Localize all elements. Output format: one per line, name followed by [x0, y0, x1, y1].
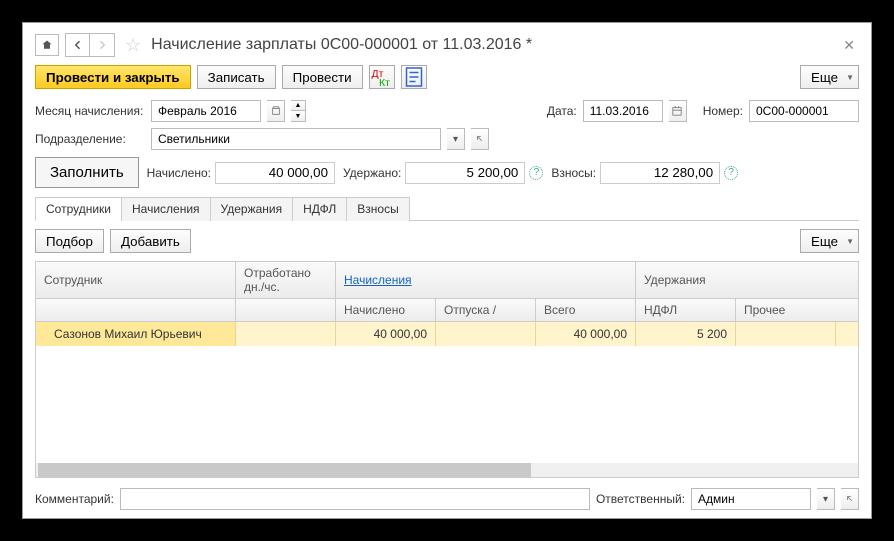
responsible-input[interactable]: [698, 492, 804, 506]
contrib-value[interactable]: [600, 162, 720, 184]
save-button[interactable]: Записать: [197, 65, 276, 89]
contrib-help-icon[interactable]: ?: [724, 166, 738, 180]
cell-accrued: 40 000,00: [336, 322, 436, 346]
fill-button[interactable]: Заполнить: [35, 157, 139, 188]
dept-open-icon[interactable]: [471, 128, 489, 150]
cell-other: [736, 322, 836, 346]
dept-dropdown-icon[interactable]: ▾: [447, 128, 465, 150]
add-button[interactable]: Добавить: [110, 229, 191, 253]
post-and-close-button[interactable]: Провести и закрыть: [35, 65, 191, 89]
window-title: Начисление зарплаты 0С00-000001 от 11.03…: [151, 36, 532, 54]
tab-ndfl[interactable]: НДФЛ: [292, 197, 347, 221]
grid-more-button[interactable]: Еще▼: [800, 229, 859, 253]
dept-input[interactable]: [158, 132, 434, 146]
accrued-value[interactable]: [215, 162, 335, 184]
number-input[interactable]: [756, 104, 852, 118]
document-icon[interactable]: [401, 65, 427, 89]
month-clear-icon[interactable]: [267, 100, 285, 122]
tab-contributions[interactable]: Взносы: [346, 197, 409, 221]
col-accruals[interactable]: Начисления: [336, 262, 636, 298]
tab-employees[interactable]: Сотрудники: [35, 197, 122, 221]
withheld-value[interactable]: [405, 162, 525, 184]
contrib-label: Взносы:: [551, 166, 596, 180]
number-label: Номер:: [703, 104, 743, 118]
calendar-icon[interactable]: [669, 100, 687, 122]
cell-vacation: [436, 322, 536, 346]
post-button[interactable]: Провести: [282, 65, 363, 89]
tab-accruals[interactable]: Начисления: [121, 197, 211, 221]
col-accrued[interactable]: Начислено: [336, 299, 436, 321]
table-row[interactable]: Сазонов Михаил Юрьевич 40 000,00 40 000,…: [36, 322, 858, 346]
month-input[interactable]: [158, 104, 254, 118]
more-button[interactable]: Еще▼: [800, 65, 859, 89]
withheld-label: Удержано:: [343, 166, 401, 180]
responsible-open-icon[interactable]: [841, 488, 859, 510]
cell-employee: Сазонов Михаил Юрьевич: [36, 322, 236, 346]
withheld-help-icon[interactable]: ?: [529, 166, 543, 180]
dept-label: Подразделение:: [35, 132, 145, 146]
horizontal-scrollbar[interactable]: [36, 463, 858, 477]
cell-total: 40 000,00: [536, 322, 636, 346]
date-input[interactable]: [590, 104, 656, 118]
month-label: Месяц начисления:: [35, 104, 145, 118]
forward-button[interactable]: [90, 34, 114, 56]
responsible-label: Ответственный:: [596, 492, 685, 506]
col-ndfl[interactable]: НДФЛ: [636, 299, 736, 321]
employees-table: Сотрудник Отработано дн./чс. Начисления …: [35, 261, 859, 478]
col-other[interactable]: Прочее: [736, 299, 836, 321]
svg-text:Кт: Кт: [379, 77, 390, 89]
comment-label: Комментарий:: [35, 492, 114, 506]
col-employee[interactable]: Сотрудник: [36, 262, 236, 298]
comment-input[interactable]: [127, 492, 583, 506]
col-total[interactable]: Всего: [536, 299, 636, 321]
cell-worked: [236, 322, 336, 346]
accrued-label: Начислено:: [147, 166, 211, 180]
tab-deductions[interactable]: Удержания: [210, 197, 294, 221]
month-step-up[interactable]: ▲: [291, 101, 305, 111]
col-vacation[interactable]: Отпуска /: [436, 299, 536, 321]
close-icon[interactable]: ✕: [839, 37, 859, 54]
back-button[interactable]: [66, 34, 90, 56]
date-label: Дата:: [547, 104, 577, 118]
col-worked[interactable]: Отработано дн./чс.: [236, 262, 336, 298]
home-button[interactable]: [35, 34, 59, 56]
responsible-dropdown-icon[interactable]: ▾: [817, 488, 835, 510]
favorite-star-icon[interactable]: ☆: [121, 35, 145, 56]
cell-ndfl: 5 200: [636, 322, 736, 346]
month-step-down[interactable]: ▼: [291, 111, 305, 121]
col-deductions[interactable]: Удержания: [636, 262, 836, 298]
debit-credit-icon[interactable]: ДтКт: [369, 65, 395, 89]
pick-button[interactable]: Подбор: [35, 229, 104, 253]
